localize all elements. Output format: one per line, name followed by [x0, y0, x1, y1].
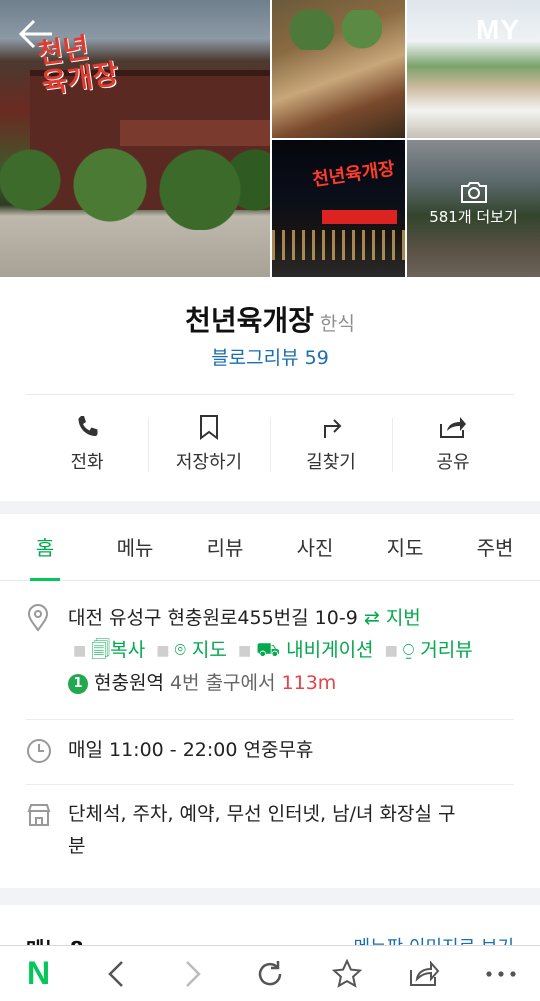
- place-detail-card: 홈 메뉴 리뷰 사진 지도 주변 대전 유성구 현충원로455번길 10-9 ⇄…: [0, 514, 540, 888]
- share-icon: [440, 417, 466, 438]
- address-links: ■ 🗐복사 ■ ⌾ 지도 ■ ⛟ 내비게이션 ■ ⍜ 거리뷰: [68, 634, 514, 667]
- title-row: 천년육개장 한식: [0, 299, 540, 339]
- more-photos-label: 581개 더보기: [429, 208, 518, 226]
- separator-dot: ■: [156, 642, 170, 659]
- copy-label: 복사: [110, 639, 146, 661]
- photo-night-lights: [272, 230, 405, 260]
- tab-bar: 홈 메뉴 리뷰 사진 지도 주변: [0, 514, 540, 581]
- naver-home-button[interactable]: N: [0, 946, 77, 1001]
- more-photos-button[interactable]: 581개 더보기: [407, 180, 540, 240]
- menu-image-link[interactable]: 메뉴판 이미지로 보기: [354, 933, 514, 945]
- tab-photo[interactable]: 사진: [270, 514, 360, 580]
- browser-toolbar: N: [0, 945, 540, 1001]
- divider: [26, 784, 514, 785]
- map-pin-icon: ⌾: [174, 639, 186, 661]
- more-options-button[interactable]: [463, 946, 540, 1001]
- separator-dot: ■: [237, 642, 252, 659]
- location-pin-icon: [27, 604, 49, 632]
- car-icon: ⛟: [256, 639, 281, 661]
- subway-line-badge: 1: [68, 673, 88, 694]
- photo-trees: [0, 140, 270, 230]
- photo-gallery[interactable]: 천년 육개장 천년육개장 581개 더보기 MY: [0, 0, 540, 277]
- divider: [26, 719, 514, 720]
- save-button[interactable]: 저장하기: [148, 414, 270, 478]
- forward-nav-button[interactable]: [154, 946, 231, 1001]
- chevron-right-icon: [185, 960, 201, 987]
- naver-n-logo: N: [27, 955, 51, 991]
- action-bar: 전화 저장하기 길찾기 공유: [26, 414, 514, 478]
- facilities-row: 단체석, 주차, 예약, 무선 인터넷, 남/녀 화장실 구 분: [26, 800, 514, 870]
- place-summary-card: 천년육개장 한식 블로그리뷰 59 전화 저장하기 길찾기 공유: [0, 277, 540, 501]
- jibeon-toggle[interactable]: ⇄ 지번: [364, 607, 421, 629]
- navigation-label: 내비게이션: [286, 639, 374, 661]
- photo-thumb-patio[interactable]: [407, 0, 540, 138]
- tab-nearby[interactable]: 주변: [450, 514, 540, 580]
- blog-review-link[interactable]: 블로그리뷰 59: [0, 343, 540, 370]
- tab-review[interactable]: 리뷰: [180, 514, 270, 580]
- chevron-left-icon: [107, 960, 123, 987]
- directions-label: 길찾기: [306, 452, 356, 473]
- address-content: 대전 유성구 현충원로455번길 10-9 ⇄ 지번 ■ 🗐복사 ■ ⌾ 지도 ■ ⛟…: [68, 602, 514, 699]
- streetview-label: 거리뷰: [420, 639, 473, 661]
- clock-icon: [27, 739, 51, 763]
- address-line: 대전 유성구 현충원로455번길 10-9 ⇄ 지번: [68, 602, 514, 634]
- subway-line: 1 현충원역 4번 출구에서 113m: [68, 667, 514, 699]
- separator-dot: ■: [384, 642, 398, 659]
- photo-thumb-terrace[interactable]: [272, 0, 405, 138]
- share-button[interactable]: 공유: [392, 414, 514, 478]
- save-label: 저장하기: [175, 452, 243, 473]
- facilities-line-1: 단체석, 주차, 예약, 무선 인터넷, 남/녀 화장실 구: [68, 803, 456, 825]
- refresh-button[interactable]: [231, 946, 308, 1001]
- navigation-link[interactable]: ⛟ 내비게이션: [256, 639, 373, 661]
- photo-thumb-night[interactable]: 천년육개장: [272, 140, 405, 277]
- star-icon: [332, 958, 363, 988]
- store-icon: [27, 804, 51, 826]
- facilities-line-2: 분: [68, 835, 86, 857]
- jibeon-label: 지번: [385, 607, 421, 629]
- my-button[interactable]: MY: [476, 14, 520, 46]
- bookmark-icon: [200, 415, 218, 440]
- photo-night-banner: [322, 210, 397, 224]
- share-label: 공유: [436, 452, 470, 473]
- more-dots-icon: [486, 970, 517, 977]
- divider: [26, 394, 514, 395]
- place-category: 한식: [319, 313, 355, 335]
- copy-icon: 🗐: [91, 639, 111, 661]
- place-name: 천년육개장: [185, 304, 314, 337]
- menu-section-peek: 메뉴 8 메뉴판 이미지로 보기: [0, 905, 540, 945]
- tab-home[interactable]: 홈: [0, 514, 90, 581]
- swap-icon: ⇄: [363, 607, 380, 629]
- map-label: 지도: [191, 639, 227, 661]
- hours-text: 매일 11:00 - 22:00 연중무휴: [68, 739, 314, 761]
- address-row: 대전 유성구 현충원로455번길 10-9 ⇄ 지번 ■ 🗐복사 ■ ⌾ 지도 ■ ⛟…: [26, 602, 514, 712]
- share-page-button[interactable]: [386, 946, 463, 1001]
- back-arrow-icon: [18, 19, 52, 49]
- call-button[interactable]: 전화: [26, 414, 148, 478]
- map-link[interactable]: ⌾ 지도: [174, 639, 226, 661]
- copy-link[interactable]: 🗐복사: [91, 639, 145, 661]
- streetview-icon: ⍜: [402, 639, 415, 661]
- photo-night-sign-logo: 천년육개장: [311, 158, 397, 191]
- streetview-link[interactable]: ⍜ 거리뷰: [403, 639, 473, 661]
- phone-icon: [78, 416, 98, 436]
- tab-map[interactable]: 지도: [360, 514, 450, 580]
- favorite-button[interactable]: [309, 946, 386, 1001]
- share-icon: [410, 959, 440, 986]
- subway-distance: 113m: [281, 671, 337, 694]
- facilities-text: 단체석, 주차, 예약, 무선 인터넷, 남/녀 화장실 구 분: [68, 798, 514, 862]
- separator-dot: ■: [73, 642, 87, 659]
- directions-icon: [324, 419, 342, 438]
- camera-icon: [460, 182, 487, 203]
- directions-button[interactable]: 길찾기: [270, 414, 392, 478]
- tab-menu[interactable]: 메뉴: [90, 514, 180, 580]
- subway-station: 현충원역: [94, 671, 164, 694]
- refresh-icon: [258, 960, 282, 985]
- back-button[interactable]: [16, 16, 56, 52]
- subway-exit: 4번 출구에서: [169, 671, 276, 694]
- call-label: 전화: [70, 452, 104, 473]
- menu-section-title: 메뉴 8: [26, 933, 84, 945]
- back-nav-button[interactable]: [77, 946, 154, 1001]
- address-text: 대전 유성구 현충원로455번길 10-9: [68, 607, 358, 629]
- hours-row: 매일 11:00 - 22:00 연중무휴: [26, 736, 514, 770]
